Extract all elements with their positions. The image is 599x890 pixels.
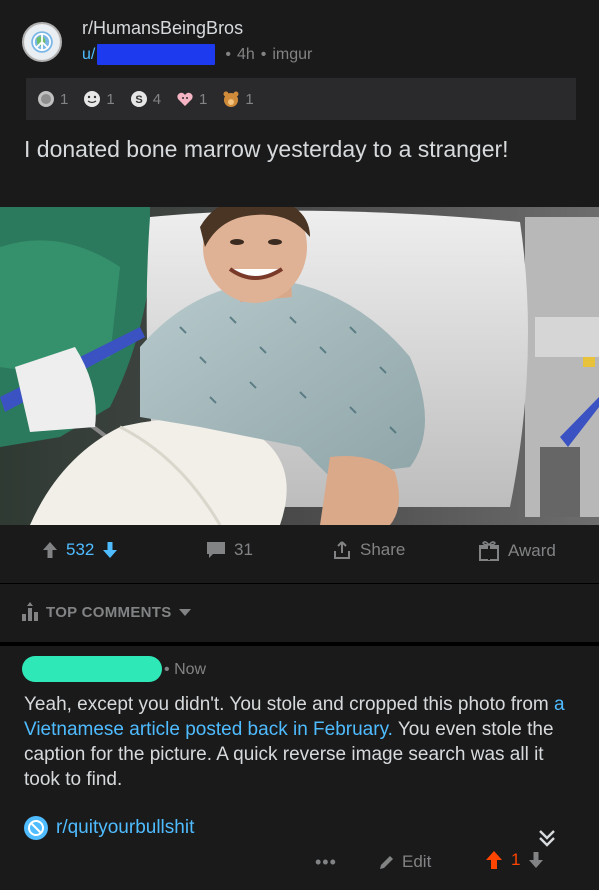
comment-sort-bar: TOP COMMENTS: [0, 584, 599, 642]
edit-label: Edit: [402, 852, 432, 871]
wholesome-award-icon: [84, 91, 101, 107]
post-image[interactable]: [0, 207, 599, 525]
share-label: Share: [360, 540, 406, 559]
username-redaction: [97, 44, 216, 65]
post-card: r/HumansBeingBros u/ • 4h • imgur 1 1 S …: [0, 0, 599, 583]
username-prefix[interactable]: u/: [82, 46, 95, 64]
post-meta: u/ • 4h • imgur: [82, 44, 312, 65]
comment-score: 1: [511, 850, 521, 869]
share-icon: [334, 541, 350, 559]
post-title[interactable]: I donated bone marrow yesterday to a str…: [24, 134, 564, 165]
award-s: S 4: [129, 89, 161, 109]
award-bear: 1: [221, 89, 254, 109]
more-options-button[interactable]: •••: [315, 852, 337, 873]
award-button[interactable]: Award: [478, 540, 556, 562]
comment-meta: • Now: [164, 661, 206, 679]
subreddit-avatar[interactable]: [22, 22, 62, 62]
comment-count: 31: [234, 540, 253, 559]
svg-text:S: S: [135, 94, 142, 106]
comment-vote-group: 1: [485, 850, 544, 870]
comments-button[interactable]: 31: [206, 540, 253, 560]
meta-separator: •: [225, 45, 231, 63]
meta-separator: •: [260, 45, 267, 63]
award-count: 1: [245, 90, 254, 108]
silver-award-icon: [38, 91, 54, 107]
awards-bar[interactable]: 1 1 S 4 1 1: [26, 78, 576, 120]
post-domain[interactable]: imgur: [272, 46, 312, 64]
award-label: Award: [508, 541, 556, 560]
caret-down-icon: [178, 609, 191, 616]
gift-icon: [479, 541, 499, 561]
comment: • Now Yeah, except you didn't. You stole…: [0, 646, 599, 890]
crosspost-subreddit[interactable]: r/quityourbullshit: [24, 816, 194, 840]
award-count: 1: [60, 90, 69, 108]
comment-text-1: Yeah, except you didn't. You stole and c…: [24, 694, 555, 715]
downvote-icon[interactable]: [102, 541, 118, 559]
downvote-icon[interactable]: [528, 851, 544, 869]
pencil-icon: [380, 856, 393, 869]
heart-award-icon: [177, 92, 193, 106]
subreddit-name[interactable]: r/HumansBeingBros: [82, 18, 243, 39]
bear-award-icon: [223, 91, 239, 107]
crosspost-subreddit-name: r/quityourbullshit: [56, 817, 195, 838]
sort-selector[interactable]: TOP COMMENTS: [20, 602, 192, 622]
upvote-icon[interactable]: [42, 541, 58, 559]
post-age: 4h: [236, 45, 255, 63]
share-button[interactable]: Share: [332, 540, 405, 560]
peace-globe-icon: [24, 24, 60, 60]
vote-group: 532: [42, 540, 118, 560]
s-award-icon: S: [130, 91, 147, 107]
collapse-thread-icon[interactable]: [537, 828, 557, 848]
hospital-bed-photo: [0, 207, 599, 525]
comment-age: Now: [174, 661, 207, 678]
award-count: 1: [106, 90, 115, 108]
award-count: 4: [152, 90, 162, 108]
award-silver: 1: [36, 89, 68, 109]
post-actions: 532 31 Share Award: [0, 530, 599, 574]
award-wholesome: 1: [82, 89, 115, 109]
upvote-icon[interactable]: [485, 850, 503, 870]
meta-separator: •: [164, 661, 170, 678]
commenter-redaction: [22, 656, 162, 682]
award-count: 1: [199, 90, 208, 108]
no-bull-icon: [24, 816, 48, 840]
comment-bubble-icon: [207, 542, 225, 558]
sort-label: TOP COMMENTS: [46, 603, 172, 621]
upvote-count: 532: [66, 540, 95, 559]
top-sort-icon: [22, 602, 38, 621]
award-heart: 1: [175, 89, 207, 109]
comment-body: Yeah, except you didn't. You stole and c…: [24, 692, 584, 792]
comment-actions: ••• Edit 1: [0, 846, 599, 880]
edit-button[interactable]: Edit: [378, 852, 431, 872]
